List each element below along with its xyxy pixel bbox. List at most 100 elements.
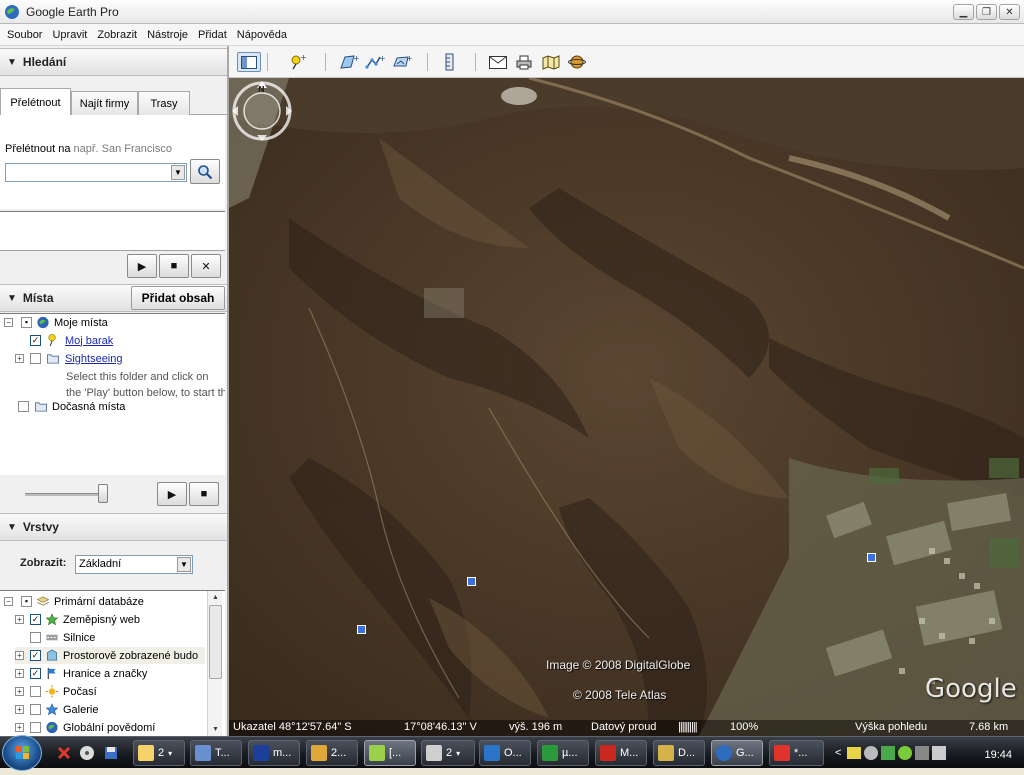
scroll-down-icon[interactable]: ▼ [209,723,222,736]
clock[interactable]: 19:44 [984,749,1012,761]
collapse-icon[interactable]: − [4,597,13,606]
save-disk-icon[interactable] [103,745,119,761]
search-button[interactable] [190,159,220,184]
dropdown-arrow-icon[interactable]: ▼ [171,165,185,180]
tree-item-my-places[interactable]: − ▪ Moje místa [4,314,108,331]
add-path-button[interactable]: + [363,52,387,72]
layer-global-awareness[interactable]: + Globální povědomí [15,719,155,736]
checkbox[interactable] [30,722,41,733]
taskbar-item-explorer[interactable]: 2 ▾ [133,740,185,766]
stop-button[interactable]: ■ [159,254,189,278]
tray-utorrent-icon[interactable] [898,746,913,760]
collapse-icon[interactable]: − [4,318,13,327]
layer-3d-buildings[interactable]: + ✓ Prostorově zobrazené budo [15,647,205,664]
tree-item-temporary-places[interactable]: Dočasná místa [18,398,125,415]
layer-borders-labels[interactable]: + ✓ Hranice a značky [15,665,147,682]
stop-tour-button[interactable]: ■ [189,482,219,506]
checkbox[interactable]: ▪ [21,317,32,328]
checkbox[interactable] [18,401,29,412]
add-placemark-button[interactable]: + [286,52,310,72]
checkbox[interactable] [30,704,41,715]
tab-directions[interactable]: Trasy [138,91,190,115]
layers-view-select[interactable]: Základní ▼ [75,555,193,574]
ruler-button[interactable] [438,52,462,72]
taskbar-item-11[interactable]: *... [769,740,824,766]
expand-icon[interactable]: + [15,705,24,714]
taskbar-item-8[interactable]: M... [595,740,647,766]
expand-icon[interactable]: + [15,615,24,624]
expand-icon[interactable]: + [15,354,24,363]
play-button[interactable]: ▶ [127,254,157,278]
navigation-compass-icon[interactable]: N [229,78,295,144]
clear-button[interactable]: ✕ [191,254,221,278]
close-red-icon[interactable] [56,745,72,761]
placemark-icon[interactable] [467,577,476,586]
tree-item-label[interactable]: Sightseeing [65,353,123,365]
start-button[interactable] [2,735,42,771]
layer-roads[interactable]: Silnice [30,629,95,646]
taskbar-item-1[interactable]: T... [190,740,242,766]
media-disc-icon[interactable] [79,745,95,761]
taskbar-item-9[interactable]: D... [653,740,705,766]
checkbox[interactable]: ✓ [30,668,41,679]
layers-panel-header[interactable]: ▼ Vrstvy [0,513,227,541]
dropdown-arrow-icon[interactable]: ▼ [177,557,191,572]
tray-wifi-icon[interactable] [915,746,930,760]
map-view[interactable]: N Image © 2008 DigitalGlobe © 2008 Tele … [229,78,1024,736]
tray-expand-icon[interactable]: < [835,747,841,759]
layer-gallery[interactable]: + Galerie [15,701,98,718]
placemark-icon[interactable] [867,553,876,562]
checkbox[interactable] [30,353,41,364]
tree-item-sightseeing[interactable]: + Sightseeing [15,350,123,367]
expand-icon[interactable]: + [15,687,24,696]
tray-notepad-icon[interactable] [847,747,862,759]
close-button[interactable]: ✕ [999,4,1020,20]
layers-scrollbar[interactable]: ▲ ▼ [207,591,222,736]
expand-icon[interactable]: + [15,669,24,678]
tour-speed-slider-thumb[interactable] [98,484,108,503]
scroll-up-icon[interactable]: ▲ [209,591,222,604]
tray-steam-icon[interactable] [864,746,879,760]
tree-item-moj-barak[interactable]: ✓ Moj barak [30,332,113,349]
layer-weather[interactable]: + Počasí [15,683,97,700]
layer-primary-database[interactable]: − ▪ Primární databáze [4,593,144,610]
tab-fly-to[interactable]: Přelétnout [0,88,71,116]
sky-switch-button[interactable] [565,52,589,72]
search-panel-header[interactable]: ▼ Hledání [0,48,227,76]
expand-icon[interactable]: + [15,723,24,732]
expand-icon[interactable]: + [15,651,24,660]
taskbar-item-google-earth[interactable]: G... [711,740,763,766]
checkbox[interactable] [30,686,41,697]
checkbox[interactable]: ✓ [30,614,41,625]
tray-volume-icon[interactable] [932,746,947,760]
menu-napoveda[interactable]: Nápověda [232,24,292,46]
fly-to-input[interactable]: ▼ [5,163,187,182]
email-button[interactable] [486,52,510,72]
tree-item-label[interactable]: Moj barak [65,335,113,347]
layer-geographic-web[interactable]: + ✓ Zeměpisný web [15,611,140,628]
add-polygon-button[interactable]: + [337,52,361,72]
tour-speed-slider-track[interactable] [25,493,105,496]
checkbox[interactable]: ✓ [30,650,41,661]
placemark-icon[interactable] [357,625,366,634]
checkbox[interactable]: ▪ [21,596,32,607]
checkbox[interactable]: ✓ [30,335,41,346]
print-button[interactable] [512,52,536,72]
tray-network-icon[interactable] [881,746,896,760]
view-in-maps-button[interactable] [539,52,563,72]
taskbar-item-3[interactable]: 2... [306,740,358,766]
taskbar-item-2[interactable]: m... [248,740,300,766]
restore-button[interactable]: ❐ [976,4,997,20]
sidebar-toggle-button[interactable] [237,52,261,72]
scroll-thumb[interactable] [209,605,222,679]
minimize-button[interactable]: ▁ [953,4,974,20]
taskbar-item-4[interactable]: [... [364,740,416,766]
checkbox[interactable] [30,632,41,643]
add-content-button[interactable]: Přidat obsah [131,286,225,310]
taskbar-item-6[interactable]: O... [479,740,531,766]
taskbar-item-5[interactable]: 2 ▾ [421,740,475,766]
add-overlay-button[interactable]: + [390,52,414,72]
taskbar-item-7[interactable]: µ... [537,740,589,766]
tab-find-business[interactable]: Najít firmy [71,91,138,115]
play-tour-button[interactable]: ▶ [157,482,187,506]
